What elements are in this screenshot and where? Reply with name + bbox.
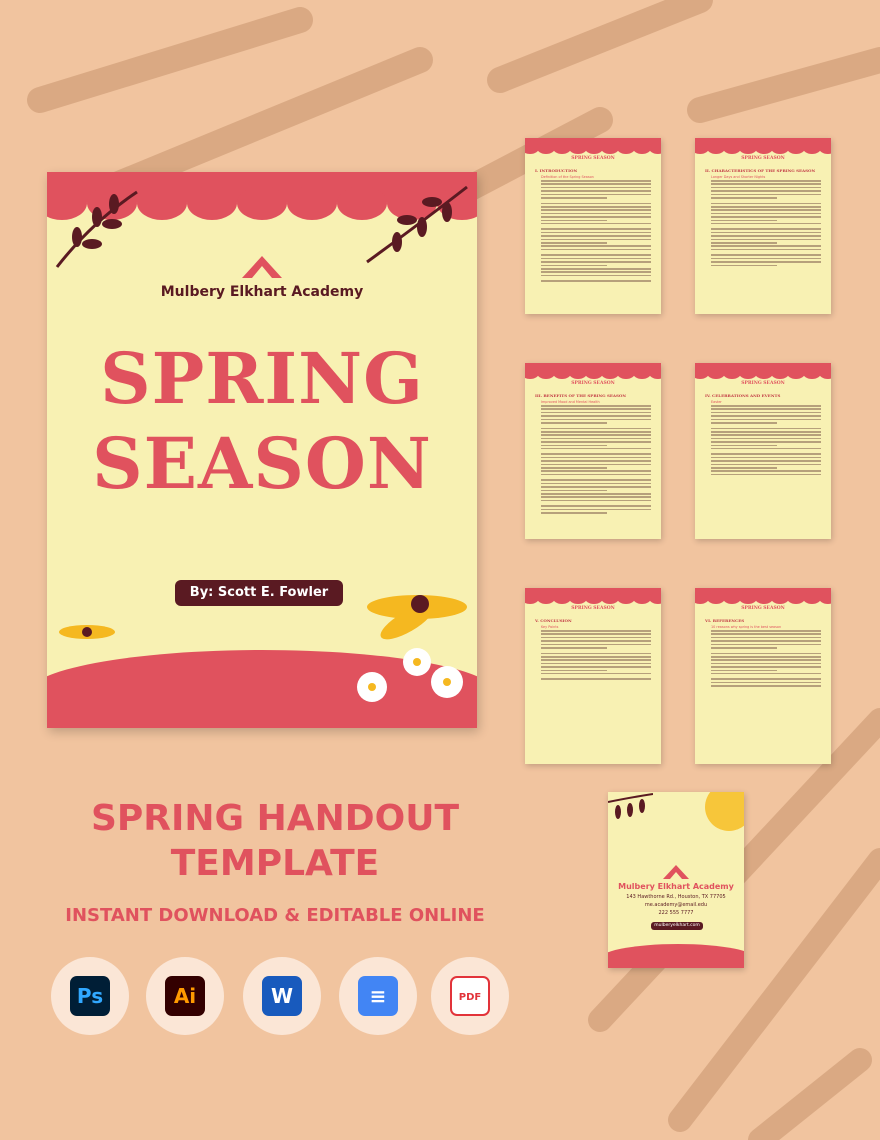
scalloped-header (695, 588, 831, 604)
academy-logo-icon (242, 256, 282, 278)
daisies-icon (357, 648, 463, 702)
google-docs-format-badge: ≡ (339, 957, 417, 1035)
subheading: Key Points (541, 625, 559, 629)
scalloped-header (525, 138, 661, 154)
branch-icon (608, 793, 653, 819)
promo-title-line-1: SPRING HANDOUT (90, 798, 460, 839)
section-heading: V. CONCLUSION (535, 618, 572, 623)
address: 143 Hawthorne Rd., Houston, TX 77705 (626, 894, 726, 900)
body-text (541, 630, 651, 682)
subheading: Improved Mood and Mental Health (541, 400, 600, 404)
word-icon: W (262, 976, 302, 1016)
section-heading: IV. CELEBRATIONS AND EVENTS (705, 393, 781, 398)
subheading: Definition of the Spring Season (541, 175, 594, 179)
page-header: SPRING SEASON (741, 156, 785, 161)
author-badge: By: Scott E. Fowler (175, 580, 343, 606)
subheading: 10 reasons why spring is the best season (711, 625, 782, 629)
phone: 222 555 7777 (658, 910, 694, 916)
content-page: SPRING SEASON VI. REFERENCES 10 reasons wh… (695, 588, 831, 764)
branch-icon (366, 185, 468, 264)
page-header: SPRING SEASON (571, 381, 615, 386)
photoshop-format-badge: Ps (51, 957, 129, 1035)
content-page: SPRING SEASON I. INTRODUCTION Definition o… (525, 138, 661, 314)
subheading: Longer Days and Shorter Nights (711, 175, 766, 179)
google-docs-icon: ≡ (358, 976, 398, 1016)
content-page: SPRING SEASON IV. CELEBRATIONS AND EVENTS… (695, 363, 831, 539)
sun-icon (705, 792, 744, 831)
email: me.academy@email.edu (644, 902, 708, 908)
pdf-format-badge: PDF (431, 957, 509, 1035)
content-page: SPRING SEASON III. BENEFITS OF THE SPRING… (525, 363, 661, 539)
branch-icon (55, 190, 138, 268)
back-academy-name: Mulbery Elkhart Academy (618, 882, 734, 891)
academy-logo-icon (663, 865, 689, 879)
ground-decoration (608, 944, 744, 968)
content-page: SPRING SEASON V. CONCLUSION Key Points (525, 588, 661, 764)
photoshop-icon: Ps (70, 976, 110, 1016)
back-cover: Mulbery Elkhart Academy 143 Hawthorne Rd… (608, 792, 744, 968)
section-heading: III. BENEFITS OF THE SPRING SEASON (535, 393, 627, 398)
body-text (711, 180, 821, 268)
body-text (711, 630, 821, 689)
content-page: SPRING SEASON II. CHARACTERISTICS OF THE … (695, 138, 831, 314)
section-heading: II. CHARACTERISTICS OF THE SPRING SEASON (705, 168, 816, 173)
scalloped-header (525, 588, 661, 604)
promo-title-line-2: TEMPLATE (170, 843, 380, 884)
scalloped-header (525, 363, 661, 379)
title-line-1: SPRING (100, 337, 424, 420)
title-line-2: SEASON (92, 422, 432, 505)
flower-icon (59, 625, 115, 639)
pdf-icon: PDF (450, 976, 490, 1016)
handout-cover: Mulbery Elkhart Academy SPRING SEASON By… (47, 172, 477, 728)
page-header: SPRING SEASON (571, 606, 615, 611)
page-header: SPRING SEASON (741, 606, 785, 611)
illustrator-icon: Ai (165, 976, 205, 1016)
promo-subtitle: INSTANT DOWNLOAD & EDITABLE ONLINE (65, 905, 485, 926)
subheading: Easter (711, 400, 722, 404)
body-text (541, 180, 651, 284)
website: mulberyelkhart.com (651, 922, 703, 930)
scalloped-header (695, 138, 831, 154)
body-text (711, 405, 821, 477)
section-heading: VI. REFERENCES (705, 618, 745, 623)
word-format-badge: W (243, 957, 321, 1035)
body-text (541, 405, 651, 516)
illustrator-format-badge: Ai (146, 957, 224, 1035)
page-header: SPRING SEASON (741, 381, 785, 386)
academy-name: Mulbery Elkhart Academy (160, 284, 364, 300)
scalloped-header (695, 363, 831, 379)
page-header: SPRING SEASON (571, 156, 615, 161)
section-heading: I. INTRODUCTION (535, 168, 578, 173)
